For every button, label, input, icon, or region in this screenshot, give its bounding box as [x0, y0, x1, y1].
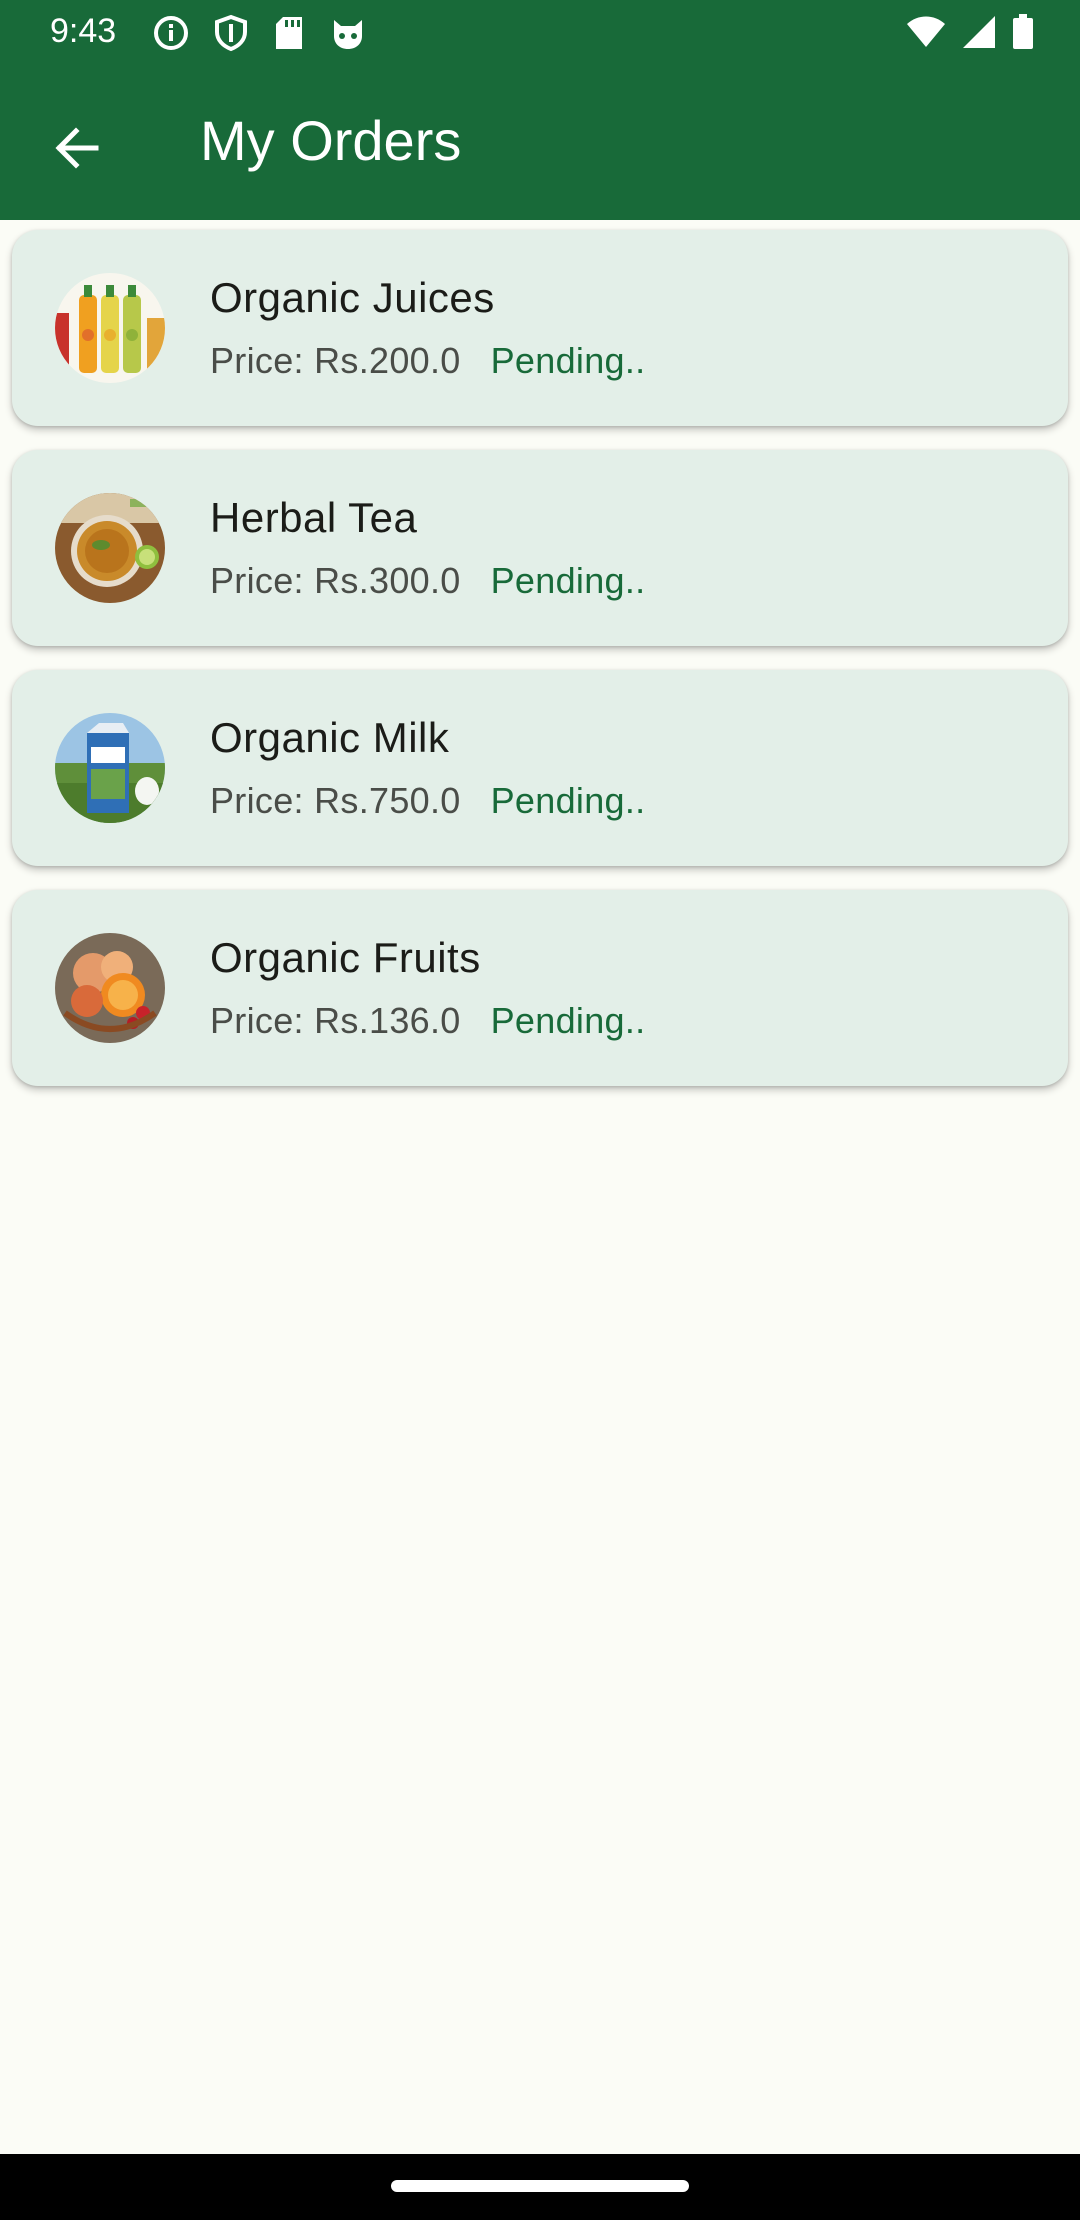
- status-notification-icons: [152, 14, 368, 52]
- order-price: Price: Rs.200.0: [210, 340, 461, 381]
- order-card[interactable]: Herbal Tea Price: Rs.300.0 Pending..: [12, 450, 1068, 646]
- milk-carton-image: [55, 713, 165, 823]
- order-price: Price: Rs.750.0: [210, 780, 461, 821]
- herbal-tea-image: [55, 493, 165, 603]
- wifi-icon: [906, 15, 946, 49]
- order-meta: Price: Rs.136.0 Pending..: [210, 1000, 645, 1042]
- juice-bottles-image: [55, 273, 165, 383]
- back-button[interactable]: [40, 114, 112, 186]
- status-system-icons: [906, 14, 1034, 50]
- arrow-back-icon: [50, 122, 102, 179]
- app-bar: My Orders: [0, 64, 1080, 220]
- shield-icon: [212, 14, 250, 52]
- order-price: Price: Rs.136.0: [210, 1000, 461, 1041]
- order-status: Pending..: [490, 340, 646, 381]
- order-card[interactable]: Organic Milk Price: Rs.750.0 Pending..: [12, 670, 1068, 866]
- status-time: 9:43: [50, 12, 117, 50]
- order-card[interactable]: Organic Fruits Price: Rs.136.0 Pending..: [12, 890, 1068, 1086]
- order-name: Organic Juices: [210, 274, 495, 321]
- order-name: Herbal Tea: [210, 494, 418, 541]
- fruit-bowl-image: [55, 933, 165, 1043]
- order-price: Price: Rs.300.0: [210, 560, 461, 601]
- battery-icon: [1012, 14, 1034, 50]
- order-status: Pending..: [490, 780, 646, 821]
- home-indicator[interactable]: [391, 2180, 689, 2192]
- navigation-bar: [0, 2154, 1080, 2220]
- page-title: My Orders: [200, 109, 462, 172]
- order-name: Organic Fruits: [210, 934, 481, 981]
- order-status: Pending..: [490, 560, 646, 601]
- cellular-signal-icon: [962, 15, 996, 49]
- status-bar: 9:43: [0, 0, 1080, 64]
- order-card[interactable]: Organic Juices Price: Rs.200.0 Pending..: [12, 230, 1068, 426]
- info-icon: [152, 14, 190, 52]
- order-status: Pending..: [490, 1000, 646, 1041]
- order-meta: Price: Rs.300.0 Pending..: [210, 560, 645, 602]
- order-meta: Price: Rs.750.0 Pending..: [210, 780, 645, 822]
- order-meta: Price: Rs.200.0 Pending..: [210, 340, 645, 382]
- cat-face-icon: [328, 14, 368, 52]
- order-name: Organic Milk: [210, 714, 450, 761]
- sd-card-icon: [272, 14, 306, 52]
